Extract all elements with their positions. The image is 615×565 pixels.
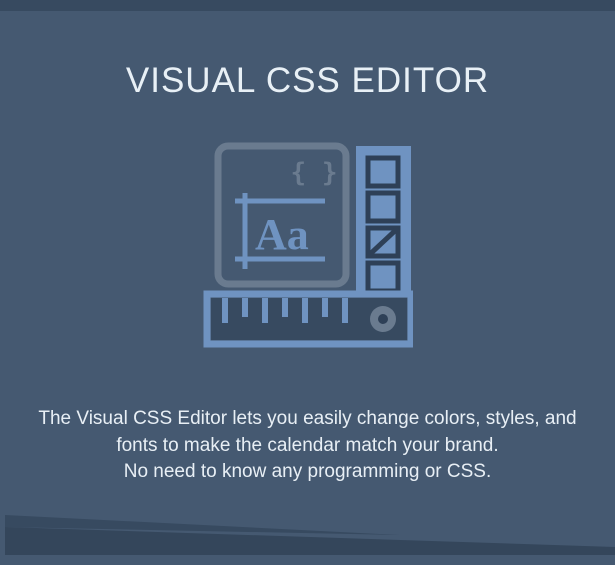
- svg-text:{ }: { }: [290, 158, 337, 188]
- footer-wedge: [0, 515, 615, 555]
- feature-description: The Visual CSS Editor lets you easily ch…: [38, 406, 578, 486]
- css-editor-illustration-icon: { } Aa: [30, 141, 585, 351]
- description-line-2: No need to know any programming or CSS.: [124, 461, 492, 482]
- svg-text:Aa: Aa: [255, 210, 309, 259]
- feature-title: VISUAL CSS EDITOR: [30, 61, 585, 101]
- feature-card: VISUAL CSS EDITOR { } Aa: [0, 11, 615, 546]
- description-line-1: The Visual CSS Editor lets you easily ch…: [38, 408, 576, 456]
- top-bar: [0, 0, 615, 11]
